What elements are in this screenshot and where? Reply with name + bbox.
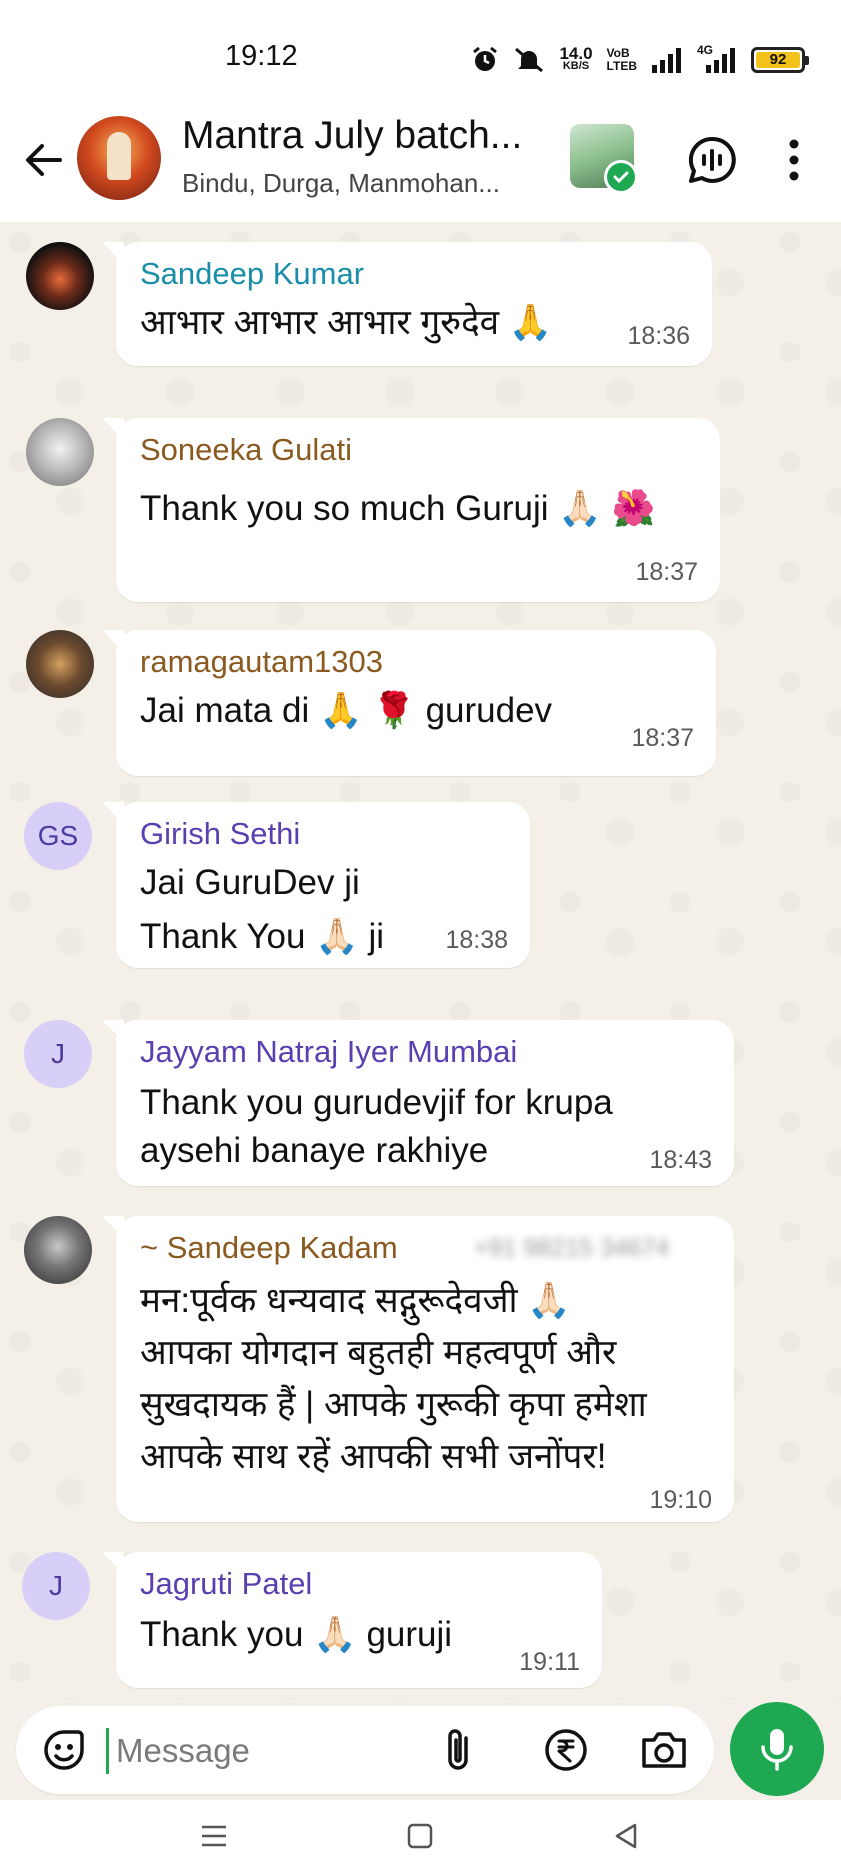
menu-icon[interactable] <box>196 1818 232 1854</box>
mute-bell-icon <box>513 46 545 74</box>
group-members[interactable]: Bindu, Durga, Manmohan... <box>182 168 542 199</box>
message-text: सुखदायक हैं | आपके गुरूकी कृपा हमेशा <box>140 1385 647 1424</box>
message-text: आपका योगदान बहुतही महत्वपूर्ण और <box>140 1333 617 1372</box>
message-bubble[interactable]: Sandeep Kumar आभार आभार आभार गुरुदेव 🙏 1… <box>102 242 712 366</box>
more-options-icon[interactable] <box>776 134 812 186</box>
message-input[interactable] <box>116 1728 416 1774</box>
message-text: आपके साथ रहें आपकी सभी जनोंपर! <box>140 1437 607 1476</box>
avatar[interactable] <box>26 630 94 698</box>
avatar[interactable] <box>26 418 94 486</box>
message-bubble[interactable]: Jagruti Patel Thank you 🙏🏻 guruji 19:11 <box>102 1552 602 1688</box>
message-text: Thank you so much Guruji 🙏🏻 🌺 <box>140 489 656 528</box>
voice-chat-icon[interactable] <box>686 134 738 186</box>
avatar[interactable]: J <box>24 1020 92 1088</box>
message-text: aysehi banaye rakhiye <box>140 1131 489 1170</box>
sender-name: Soneeka Gulati <box>140 432 352 467</box>
message-bubble[interactable]: Girish Sethi Jai GuruDev ji Thank You 🙏🏻… <box>102 802 530 968</box>
message-time: 18:38 <box>445 926 508 954</box>
sender-phone: +91 98215 34674 <box>474 1234 670 1262</box>
signal-4g-icon: 4G <box>697 43 737 73</box>
chat-area[interactable]: Sandeep Kumar आभार आभार आभार गुरुदेव 🙏 1… <box>0 222 841 1700</box>
sticker-icon[interactable] <box>40 1726 88 1774</box>
message-text: Jai GuruDev ji <box>140 863 360 902</box>
signal-icon <box>651 47 683 73</box>
paperclip-icon[interactable] <box>434 1724 486 1776</box>
avatar[interactable] <box>24 1216 92 1284</box>
message-bubble[interactable]: Jayyam Natraj Iyer Mumbai Thank you guru… <box>102 1020 734 1186</box>
message-time: 19:10 <box>649 1486 712 1514</box>
sender-name: Jagruti Patel <box>140 1566 313 1601</box>
message-text: Thank you gurudevjif for krupa <box>140 1083 613 1122</box>
system-nav-bar <box>0 1800 841 1871</box>
message-time: 19:11 <box>519 1648 580 1676</box>
volte-indicator: VoB LTEB <box>606 46 637 73</box>
message-time: 18:37 <box>631 724 694 752</box>
net-speed: 14.0 KB/S <box>559 44 593 72</box>
message-text: Thank You 🙏🏻 ji <box>140 917 385 956</box>
sender-name: ~ Sandeep Kadam <box>140 1230 398 1265</box>
message-text: Thank you 🙏🏻 guruji <box>140 1615 453 1654</box>
camera-icon[interactable] <box>636 1724 692 1776</box>
message-time: 18:43 <box>649 1146 712 1174</box>
chat-header: Mantra July batch... Bindu, Durga, Manmo… <box>0 104 841 222</box>
message-text: Jai mata di 🙏 🌹 gurudev <box>140 691 553 730</box>
avatar[interactable] <box>26 242 94 310</box>
avatar[interactable]: GS <box>24 802 92 870</box>
check-badge-icon <box>604 160 638 194</box>
status-icons: 14.0 KB/S VoB LTEB 4G 92 <box>471 40 809 80</box>
message-bubble[interactable]: Soneeka Gulati Thank you so much Guruji … <box>102 418 720 602</box>
group-avatar[interactable] <box>77 116 161 200</box>
group-title[interactable]: Mantra July batch... <box>182 114 552 158</box>
back-icon[interactable] <box>608 1818 644 1854</box>
rupee-payment-icon[interactable] <box>540 1724 592 1776</box>
back-arrow-icon[interactable] <box>20 136 68 184</box>
sender-name: Girish Sethi <box>140 816 301 851</box>
message-text: आभार आभार आभार गुरुदेव 🙏 <box>140 303 553 342</box>
home-icon[interactable] <box>402 1818 438 1854</box>
text-cursor <box>106 1728 109 1774</box>
battery-icon: 92 <box>751 47 809 73</box>
alarm-icon <box>471 46 499 74</box>
message-time: 18:36 <box>627 322 690 350</box>
sender-name: Sandeep Kumar <box>140 256 365 291</box>
microphone-icon[interactable] <box>730 1702 824 1796</box>
avatar[interactable]: J <box>22 1552 90 1620</box>
message-bubble[interactable]: ~ Sandeep Kadam +91 98215 34674 मन:पूर्व… <box>102 1216 734 1522</box>
message-bubble[interactable]: ramagautam1303 Jai mata di 🙏 🌹 gurudev 1… <box>102 630 716 776</box>
sender-name: Jayyam Natraj Iyer Mumbai <box>140 1034 518 1069</box>
message-time: 18:37 <box>635 558 698 586</box>
sender-name: ramagautam1303 <box>140 644 383 679</box>
compose-bar <box>0 1700 841 1800</box>
status-bar: 19:12 14.0 KB/S VoB LTEB 4G 92 <box>0 0 841 104</box>
status-time: 19:12 <box>225 40 298 72</box>
message-text: मन:पूर्वक धन्यवाद सद्गुरूदेवजी 🙏🏻 <box>140 1281 571 1320</box>
